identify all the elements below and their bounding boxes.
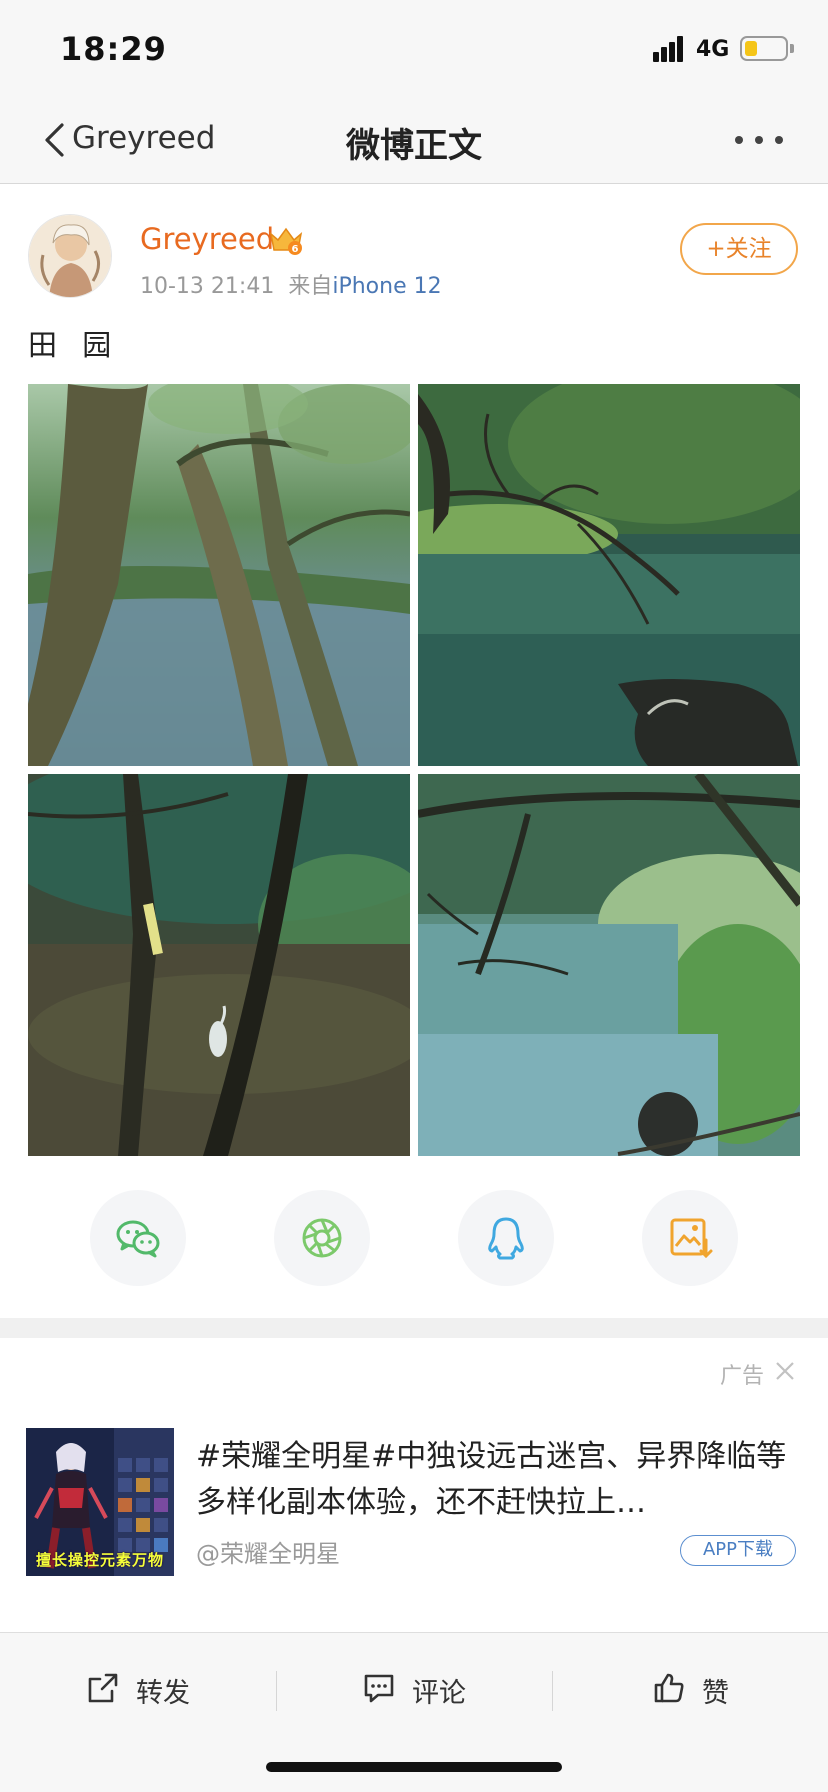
battery-icon [740,36,788,61]
status-time: 18:29 [60,30,167,68]
status-bar: 18:29 4G [0,0,828,96]
ad-label: 广告 [720,1364,765,1389]
avatar[interactable] [28,214,112,298]
ad-title[interactable]: #荣耀全明星#中独设远古迷宫、异界降临等多样化副本体验，还不赶快拉上… [196,1434,800,1526]
source-prefix: 来自 [288,274,333,299]
repost-icon [88,1673,118,1703]
repost-label: 转发 [136,1678,190,1709]
svg-text:6: 6 [292,244,299,255]
save-image-button[interactable] [642,1190,738,1286]
network-type: 4G [696,37,730,62]
photo-river-buffalo[interactable] [418,774,800,1156]
photo-trees-river[interactable] [28,384,410,766]
save-image-icon [670,1218,713,1259]
post-text: 田 园 [28,328,120,362]
back-button[interactable]: Greyreed [72,120,215,156]
photo-branches-pond-buffalo[interactable] [418,384,800,766]
photo-forest-egret[interactable] [28,774,410,1156]
ad-thumbnail[interactable]: 擅长操控元素万物 [26,1428,174,1576]
ad-thumb-caption: 擅长操控元素万物 [35,1551,164,1569]
nav-bar: Greyreed 微博正文 [0,96,828,184]
ad-source[interactable]: @荣耀全明星 [196,1534,340,1569]
moments-icon [302,1218,342,1258]
comment-label: 评论 [412,1678,466,1709]
post-device[interactable]: iPhone 12 [332,274,441,299]
section-divider [0,1318,828,1338]
post-date: 10-13 21:41 [140,274,275,299]
more-dots-icon[interactable] [735,136,783,148]
post-meta: 10-13 21:41 来自iPhone 12 [140,268,442,300]
qq-icon [488,1217,524,1260]
comment-icon [364,1674,394,1703]
toolbar-divider [276,1671,277,1711]
like-label: 赞 [702,1678,729,1709]
home-indicator [266,1762,562,1772]
signal-icon [653,34,689,62]
wechat-icon [116,1220,160,1258]
share-qq-button[interactable] [458,1190,554,1286]
share-wechat-button[interactable] [90,1190,186,1286]
share-moments-button[interactable] [274,1190,370,1286]
battery-tip [790,44,794,53]
thumbs-up-icon [654,1673,684,1703]
follow-button[interactable]: +关注 [680,223,798,275]
vip-crown-icon: 6 [269,227,303,255]
app-download-button[interactable]: APP下载 [680,1535,796,1566]
chevron-left-icon[interactable] [42,122,68,158]
toolbar-divider [552,1671,553,1711]
close-icon[interactable] [774,1360,796,1382]
author-name[interactable]: Greyreed [140,222,274,256]
